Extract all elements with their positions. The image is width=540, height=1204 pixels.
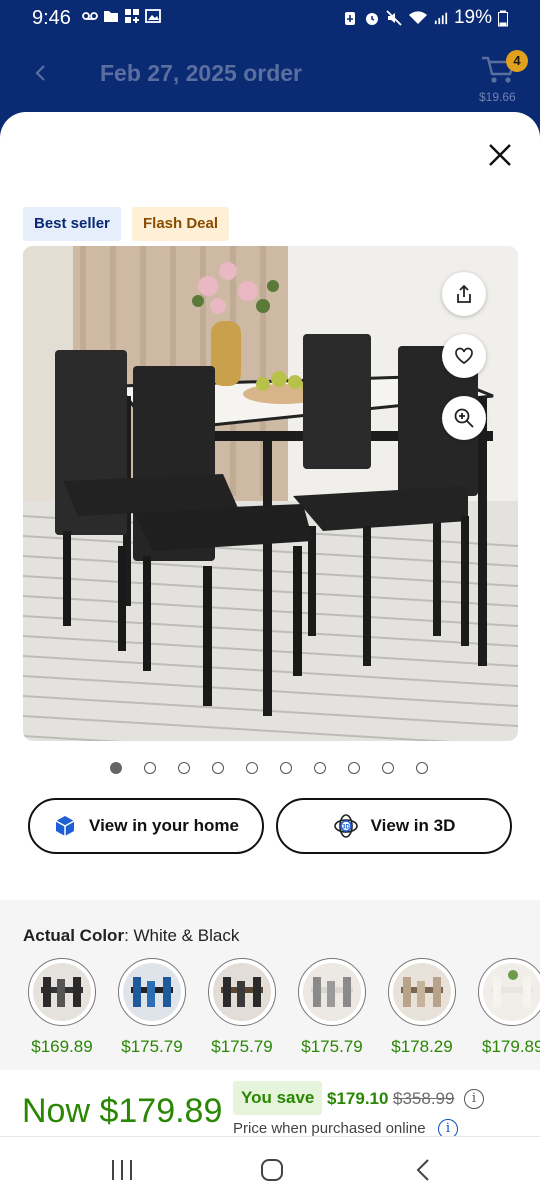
image-pagination bbox=[110, 762, 428, 774]
original-price: $358.99 bbox=[393, 1089, 455, 1108]
swatch-price: $169.89 bbox=[31, 1037, 93, 1056]
pagination-dot[interactable] bbox=[246, 762, 258, 774]
order-header: Feb 27, 2025 order 4 $19.66 bbox=[0, 40, 540, 110]
signal-icon bbox=[434, 12, 448, 25]
home-icon[interactable] bbox=[259, 1157, 285, 1183]
apps-icon bbox=[125, 9, 139, 23]
current-price: Now $179.89 bbox=[22, 1092, 223, 1130]
pagination-dot[interactable] bbox=[178, 762, 190, 774]
color-swatch[interactable] bbox=[28, 958, 96, 1026]
folder-icon bbox=[104, 11, 118, 22]
mute-icon bbox=[386, 10, 402, 26]
battery-saver-icon bbox=[344, 12, 355, 25]
color-swatch[interactable] bbox=[478, 958, 540, 1026]
color-swatch[interactable] bbox=[208, 958, 276, 1026]
status-time: 9:46 bbox=[32, 7, 71, 29]
close-icon[interactable] bbox=[486, 141, 514, 169]
view-in-3d-button[interactable]: 3D View in 3D bbox=[276, 798, 512, 854]
cart-count-badge: 4 bbox=[506, 50, 528, 72]
swatch-price: $175.79 bbox=[121, 1037, 183, 1056]
color-swatch[interactable] bbox=[388, 958, 456, 1026]
ar-cube-icon bbox=[55, 816, 75, 836]
color-swatch[interactable] bbox=[298, 958, 366, 1026]
back-icon[interactable] bbox=[412, 1157, 436, 1183]
swatch-image-icon bbox=[491, 970, 533, 1007]
pagination-dot[interactable] bbox=[212, 762, 224, 774]
product-image[interactable] bbox=[23, 246, 518, 741]
pagination-dot[interactable] bbox=[144, 762, 156, 774]
battery-icon bbox=[498, 10, 508, 26]
heart-icon bbox=[455, 347, 473, 365]
swatch-price: $175.79 bbox=[211, 1037, 273, 1056]
swatch-price: $175.79 bbox=[301, 1037, 363, 1056]
pagination-dot[interactable] bbox=[416, 762, 428, 774]
view-in-home-button[interactable]: View in your home bbox=[28, 798, 264, 854]
back-arrow-icon[interactable] bbox=[30, 58, 56, 88]
wifi-icon bbox=[408, 11, 427, 24]
swatch-image-icon bbox=[131, 977, 173, 1007]
best-seller-badge: Best seller bbox=[23, 207, 121, 241]
color-label-title: Actual Color bbox=[23, 926, 125, 945]
recent-apps-icon[interactable] bbox=[110, 1157, 134, 1183]
online-price-note: Price when purchased online bbox=[233, 1120, 426, 1137]
favorite-button[interactable] bbox=[442, 334, 486, 378]
system-nav-bar bbox=[0, 1136, 540, 1204]
share-button[interactable] bbox=[442, 272, 486, 316]
notification-icons bbox=[82, 8, 161, 24]
color-value: : White & Black bbox=[124, 926, 240, 945]
swatch-image-icon bbox=[401, 977, 443, 1007]
swatch-image-icon bbox=[221, 977, 263, 1007]
swatch-price: $178.29 bbox=[391, 1037, 453, 1056]
pagination-dot[interactable] bbox=[314, 762, 326, 774]
status-bar: 9:46 19% bbox=[0, 0, 540, 36]
voicemail-icon bbox=[82, 12, 98, 20]
zoom-in-icon bbox=[454, 408, 474, 428]
view-in-home-label: View in your home bbox=[89, 816, 239, 835]
swatch-image-icon bbox=[311, 977, 353, 1007]
pagination-dot[interactable] bbox=[382, 762, 394, 774]
flash-deal-badge: Flash Deal bbox=[132, 207, 230, 241]
you-save-badge: You save bbox=[233, 1081, 323, 1115]
pagination-dot[interactable] bbox=[110, 762, 122, 774]
pagination-dot[interactable] bbox=[280, 762, 292, 774]
pagination-dot[interactable] bbox=[348, 762, 360, 774]
view-in-3d-label: View in 3D bbox=[370, 816, 456, 835]
cart-total: $19.66 bbox=[479, 90, 516, 104]
zoom-button[interactable] bbox=[442, 396, 486, 440]
image-icon bbox=[145, 9, 161, 23]
savings-amount: $179.10 bbox=[327, 1089, 389, 1108]
share-icon bbox=[457, 284, 471, 303]
price-info-icon[interactable]: i bbox=[464, 1089, 484, 1109]
dining-set-illustration bbox=[23, 246, 518, 741]
battery-percent: 19% bbox=[453, 7, 492, 28]
alarm-icon bbox=[365, 13, 378, 25]
swatch-price: $179.89 bbox=[482, 1037, 540, 1056]
3d-rotate-icon: 3D bbox=[333, 814, 358, 838]
svg-text:3D: 3D bbox=[342, 825, 350, 831]
swatch-image-icon bbox=[41, 977, 83, 1007]
color-swatch[interactable] bbox=[118, 958, 186, 1026]
page-title: Feb 27, 2025 order bbox=[100, 60, 302, 86]
color-label: Actual Color: White & Black bbox=[23, 926, 239, 946]
system-icons: 19% bbox=[342, 7, 508, 29]
